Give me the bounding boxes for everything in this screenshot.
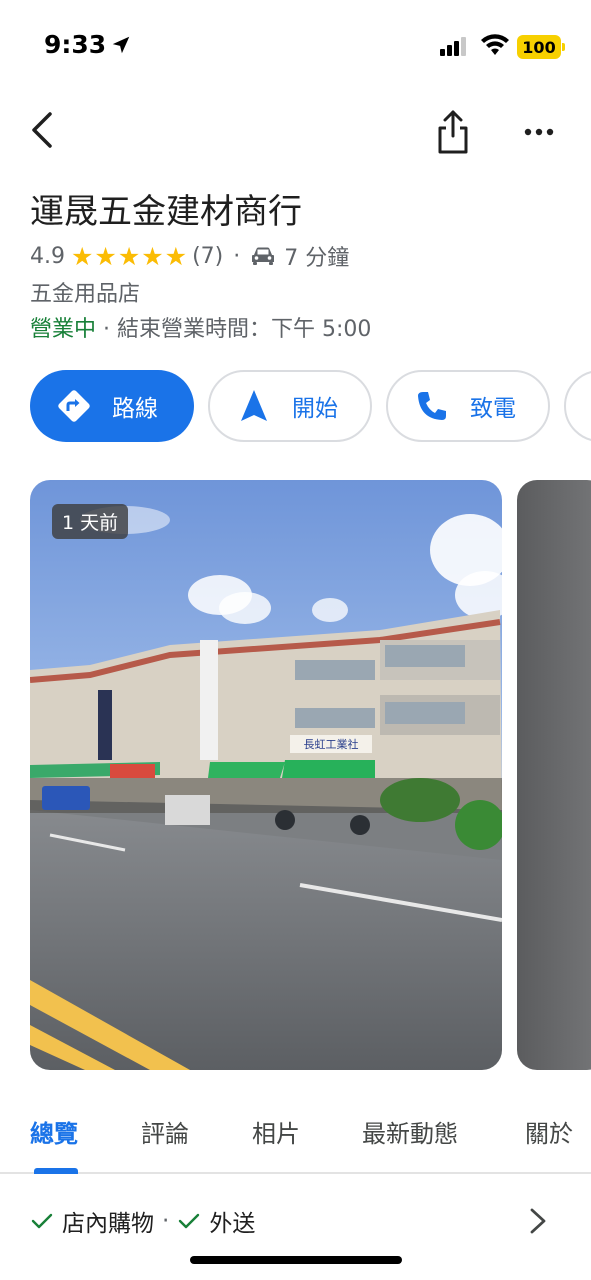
chevron-right-icon[interactable] xyxy=(526,1204,550,1238)
separator-dot: · xyxy=(233,243,241,269)
check-icon xyxy=(31,1213,53,1229)
tab-updates[interactable]: 最新動態 xyxy=(362,1114,458,1149)
shop-sign-text: 長虹工業社 xyxy=(304,737,359,751)
place-title: 運晟五金建材商行 xyxy=(30,192,302,232)
signal-icon xyxy=(440,37,466,56)
back-icon[interactable] xyxy=(24,108,64,152)
more-icon[interactable] xyxy=(518,118,560,146)
phone-icon xyxy=(418,392,446,420)
tab-overview[interactable]: 總覽 xyxy=(30,1114,78,1149)
rating-stars: ★★★★★ xyxy=(71,241,189,271)
feature-separator: · xyxy=(162,1208,170,1234)
share-icon[interactable] xyxy=(432,108,474,156)
hours-separator: · xyxy=(103,317,118,342)
review-count[interactable]: (7) xyxy=(192,244,223,269)
directions-button[interactable]: 路線 xyxy=(30,370,194,442)
action-buttons: 路線 開始 致電 xyxy=(30,370,591,444)
tab-reviews[interactable]: 評論 xyxy=(141,1114,189,1149)
in-store-shopping-label: 店內購物 xyxy=(62,1211,154,1237)
navigation-icon xyxy=(241,390,267,421)
directions-icon xyxy=(58,390,90,422)
status-bar: 9:33 100 xyxy=(0,0,591,90)
open-status: 營業中 xyxy=(30,317,97,342)
tab-bar: 總覽 評論 相片 最新動態 關於 xyxy=(0,1100,591,1174)
directions-label: 路線 xyxy=(112,396,158,422)
closing-time: 結束營業時間：下午 5:00 xyxy=(117,317,372,342)
rating-row: 4.9 ★★★★★ (7) · 7 分鐘 xyxy=(30,240,349,272)
status-time: 9:33 xyxy=(44,30,107,59)
tab-about[interactable]: 關於 xyxy=(525,1114,573,1149)
check-icon xyxy=(179,1213,200,1229)
next-photo[interactable] xyxy=(517,480,591,1070)
hours-row[interactable]: 營業中 · 結束營業時間：下午 5:00 xyxy=(30,311,371,343)
location-arrow-icon xyxy=(112,36,130,54)
wifi-icon xyxy=(481,34,509,55)
home-indicator xyxy=(190,1256,402,1264)
photo-age-badge: 1 天前 xyxy=(52,504,129,539)
battery-indicator: 100 xyxy=(517,35,561,59)
street-photo-image: 長虹工業社 xyxy=(30,480,502,1070)
tab-photos[interactable]: 相片 xyxy=(252,1114,300,1149)
call-label: 致電 xyxy=(470,396,516,422)
start-button[interactable]: 開始 xyxy=(208,370,372,442)
street-view-photo[interactable]: 長虹工業社 1 天前 xyxy=(30,480,502,1070)
drive-time: 7 分鐘 xyxy=(284,246,350,271)
place-category: 五金用品店 xyxy=(30,282,141,307)
more-actions-button[interactable] xyxy=(564,370,591,442)
service-options[interactable]: 店內購物 · 外送 xyxy=(30,1204,255,1238)
call-button[interactable]: 致電 xyxy=(386,370,550,442)
delivery-label: 外送 xyxy=(209,1211,256,1237)
battery-tip xyxy=(562,43,565,51)
rating-value: 4.9 xyxy=(30,243,65,269)
active-tab-indicator xyxy=(34,1168,78,1174)
start-label: 開始 xyxy=(292,396,338,422)
car-icon xyxy=(252,247,275,265)
